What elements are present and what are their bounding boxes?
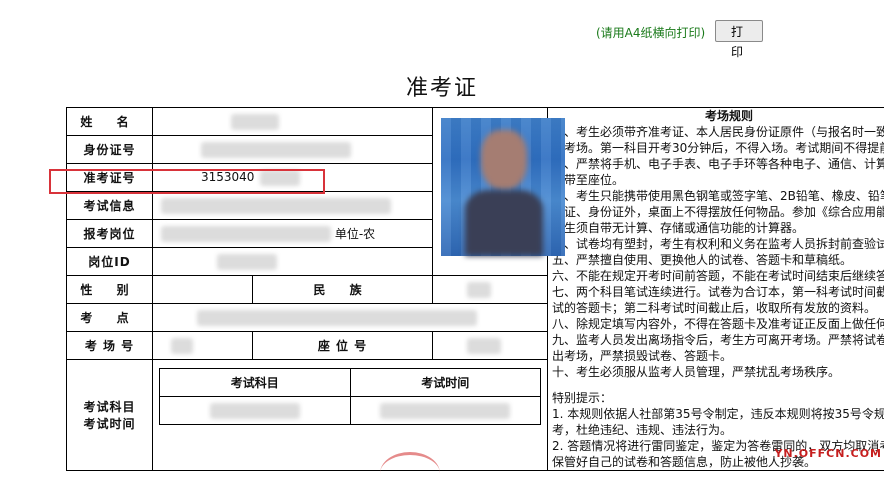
subject-time-label: 考试科目 考试时间 [66, 359, 153, 471]
gender-value [152, 275, 253, 304]
rule-line: 七、两个科目笔试连续进行。试卷为合订本，第一科考试时间截止后 [552, 285, 884, 299]
redacted-exam-site [197, 309, 477, 326]
redacted-exam-info [161, 197, 391, 214]
photo-face [481, 130, 528, 190]
ethnicity-value [432, 275, 549, 304]
print-button[interactable]: 打 印 [715, 20, 763, 59]
subject-time-table: 考试科目 考试时间 [159, 368, 542, 425]
notice-line: 1. 本规则依据人社部第35号令制定，违反本规则将按35号令规定处理 [552, 407, 884, 421]
rule-line: 二、严禁将手机、电子手表、电子手环等各种电子、通信、计算、存 [552, 157, 884, 171]
rule-line: 三、考生只能携带使用黑色钢笔或签字笔、2B铅笔、橡皮、铅笔刀。 [552, 189, 884, 203]
photo-cell [432, 107, 566, 276]
redacted-post-id [217, 253, 277, 270]
redacted-room [171, 337, 193, 354]
name-value [151, 107, 434, 136]
rule-line: 考生须自带无计算、存储或通信功能的计算器。 [552, 221, 805, 235]
candidate-photo [441, 118, 566, 256]
ticket-number-highlight [49, 169, 325, 194]
rule-line: 考证、身份证外，桌面上不得摆放任何物品。参加《综合应用能力（ [552, 205, 884, 219]
photo-body [465, 190, 544, 256]
exam-rules: 考场规则 一、考生必须带齐准考证、本人居民身份证原件（与报名时一致）， 入考场。… [547, 107, 884, 471]
page-title: 准考证 [405, 76, 478, 101]
position-value: 单位-农 [151, 219, 434, 248]
print-hint: (请用A4纸横向打印) [596, 26, 706, 40]
id-number-value [151, 135, 434, 164]
subject-time-cell: 考试科目 考试时间 [151, 359, 549, 471]
position-label: 报考岗位 [66, 219, 153, 248]
redacted-id-number [201, 141, 351, 158]
rule-line: 四、试卷均有塑封，考生有权利和义务在监考人员拆封前查验试卷密 [552, 237, 884, 251]
subject-header: 考试科目 [159, 368, 351, 397]
rule-line: 六、不能在规定开考时间前答题，不能在考试时间结束后继续答题。 [552, 269, 884, 283]
rule-line: 十、考生必须服从监考人员管理，严禁扰乱考场秩序。 [552, 365, 841, 379]
time-label-line: 考试时间 [83, 417, 136, 431]
time-cell [349, 396, 542, 425]
position-value-tail: 单位-农 [334, 226, 376, 241]
rule-line: 入考场。第一科目开考30分钟后，不得入场。考试期间不得提前交卷 [552, 141, 884, 155]
rule-line: 出考场，严禁损毁试卷、答题卡。 [552, 349, 733, 363]
subject-label-line: 考试科目 [83, 400, 136, 414]
rule-line: 五、严禁擅自使用、更换他人的试卷、答题卡和草稿纸。 [552, 253, 853, 267]
notice-line: 考，杜绝违纪、违规、违法行为。 [552, 423, 733, 437]
stamp-arc [380, 452, 440, 495]
top-bar: (请用A4纸横向打印) 打 印 [0, 18, 884, 59]
exam-site-label: 考 点 [66, 303, 153, 332]
rules-list: 一、考生必须带齐准考证、本人居民身份证原件（与报名时一致）， 入考场。第一科目开… [552, 124, 884, 380]
exam-room-label: 考 场 号 [66, 331, 153, 360]
post-id-value [151, 247, 434, 276]
redacted-seat [467, 337, 502, 354]
ethnicity-label: 民 族 [251, 275, 434, 304]
redacted-subject [209, 402, 300, 419]
rule-line: 九、监考人员发出离场指令后，考生方可离开考场。严禁将试卷、答 [552, 333, 884, 347]
redacted-ethnicity [467, 281, 492, 298]
site-watermark: YN.OFFCN.COM [774, 447, 882, 460]
exam-info-label: 考试信息 [66, 191, 153, 220]
exam-site-value [151, 303, 549, 332]
name-label: 姓 名 [66, 107, 153, 136]
rules-title: 考场规则 [705, 109, 754, 123]
notice-title: 特别提示： [552, 391, 613, 405]
rule-line: 备带至座位。 [552, 173, 625, 187]
rule-line: 试的答题卡；第二科考试时间截止后，收取所有发放的资料。 [552, 301, 877, 315]
subject-cell [159, 396, 351, 425]
redacted-position [161, 226, 331, 243]
redacted-name [231, 113, 279, 130]
exam-info-value [151, 191, 434, 220]
time-header: 考试时间 [349, 368, 542, 397]
rule-line: 八、除规定填写内容外，不得在答题卡及准考证正反面上做任何标记 [552, 317, 884, 331]
rule-line: 一、考生必须带齐准考证、本人居民身份证原件（与报名时一致）， [552, 125, 884, 139]
admission-ticket-table: 姓 名 考场规则 一、考生必须带齐准考证、本人居民身份证原件（与报名时一致）， … [66, 107, 884, 471]
post-id-label: 岗位ID [66, 247, 153, 276]
redacted-time [380, 402, 511, 419]
seat-number-value [432, 331, 549, 360]
gender-label: 性 别 [66, 275, 153, 304]
id-number-label: 身份证号 [66, 135, 153, 164]
seat-number-label: 座 位 号 [251, 331, 434, 360]
exam-room-value [152, 331, 253, 360]
